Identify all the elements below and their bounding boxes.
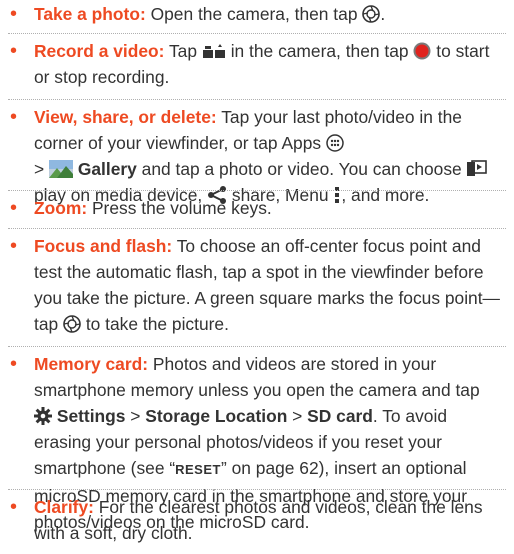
item-heading: Memory card: xyxy=(34,354,149,374)
gallery-icon xyxy=(49,160,73,178)
bullet-icon: • xyxy=(10,40,18,62)
bullet-icon: • xyxy=(10,353,18,375)
item-text: Clarify: For the clearest photos and vid… xyxy=(34,497,483,543)
settings-icon xyxy=(34,407,52,425)
bullet-icon: • xyxy=(10,106,18,128)
gallery-label: Gallery xyxy=(77,159,137,179)
divider xyxy=(8,346,506,347)
camera-switch-icon xyxy=(202,44,225,58)
record-icon xyxy=(413,42,431,60)
divider xyxy=(8,228,506,229)
bullet-icon: • xyxy=(10,496,18,518)
item-heading: Focus and flash: xyxy=(34,236,173,256)
divider xyxy=(8,190,506,191)
divider xyxy=(8,489,506,490)
divider xyxy=(8,33,506,34)
apps-icon xyxy=(326,134,344,152)
item-heading: Take a photo: xyxy=(34,4,146,24)
item-text: Focus and flash: To choose an off-center… xyxy=(34,236,500,334)
play-on-device-icon xyxy=(466,160,487,176)
bullet-icon: • xyxy=(10,3,18,25)
divider xyxy=(8,99,506,100)
bullet-icon: • xyxy=(10,235,18,257)
item-text: Take a photo: Open the camera, then tap … xyxy=(34,4,386,24)
item-text: Record a video: Tap in the camera, then … xyxy=(34,41,490,87)
bullet-icon: • xyxy=(10,197,18,219)
item-heading: Zoom: xyxy=(34,198,88,218)
item-text: Zoom: Press the volume keys. xyxy=(34,198,272,218)
storage-location-label: Storage Location xyxy=(145,406,288,426)
item-heading: View, share, or delete: xyxy=(34,107,217,127)
reset-reference: RESET xyxy=(175,462,221,477)
item-text: View, share, or delete: Tap your last ph… xyxy=(34,104,500,208)
item-heading: Clarify: xyxy=(34,497,94,517)
item-heading: Record a video: xyxy=(34,41,165,61)
shutter-icon xyxy=(362,5,381,23)
shutter-icon xyxy=(63,315,81,333)
settings-label: Settings xyxy=(56,406,126,426)
sd-card-label: SD card xyxy=(307,406,373,426)
